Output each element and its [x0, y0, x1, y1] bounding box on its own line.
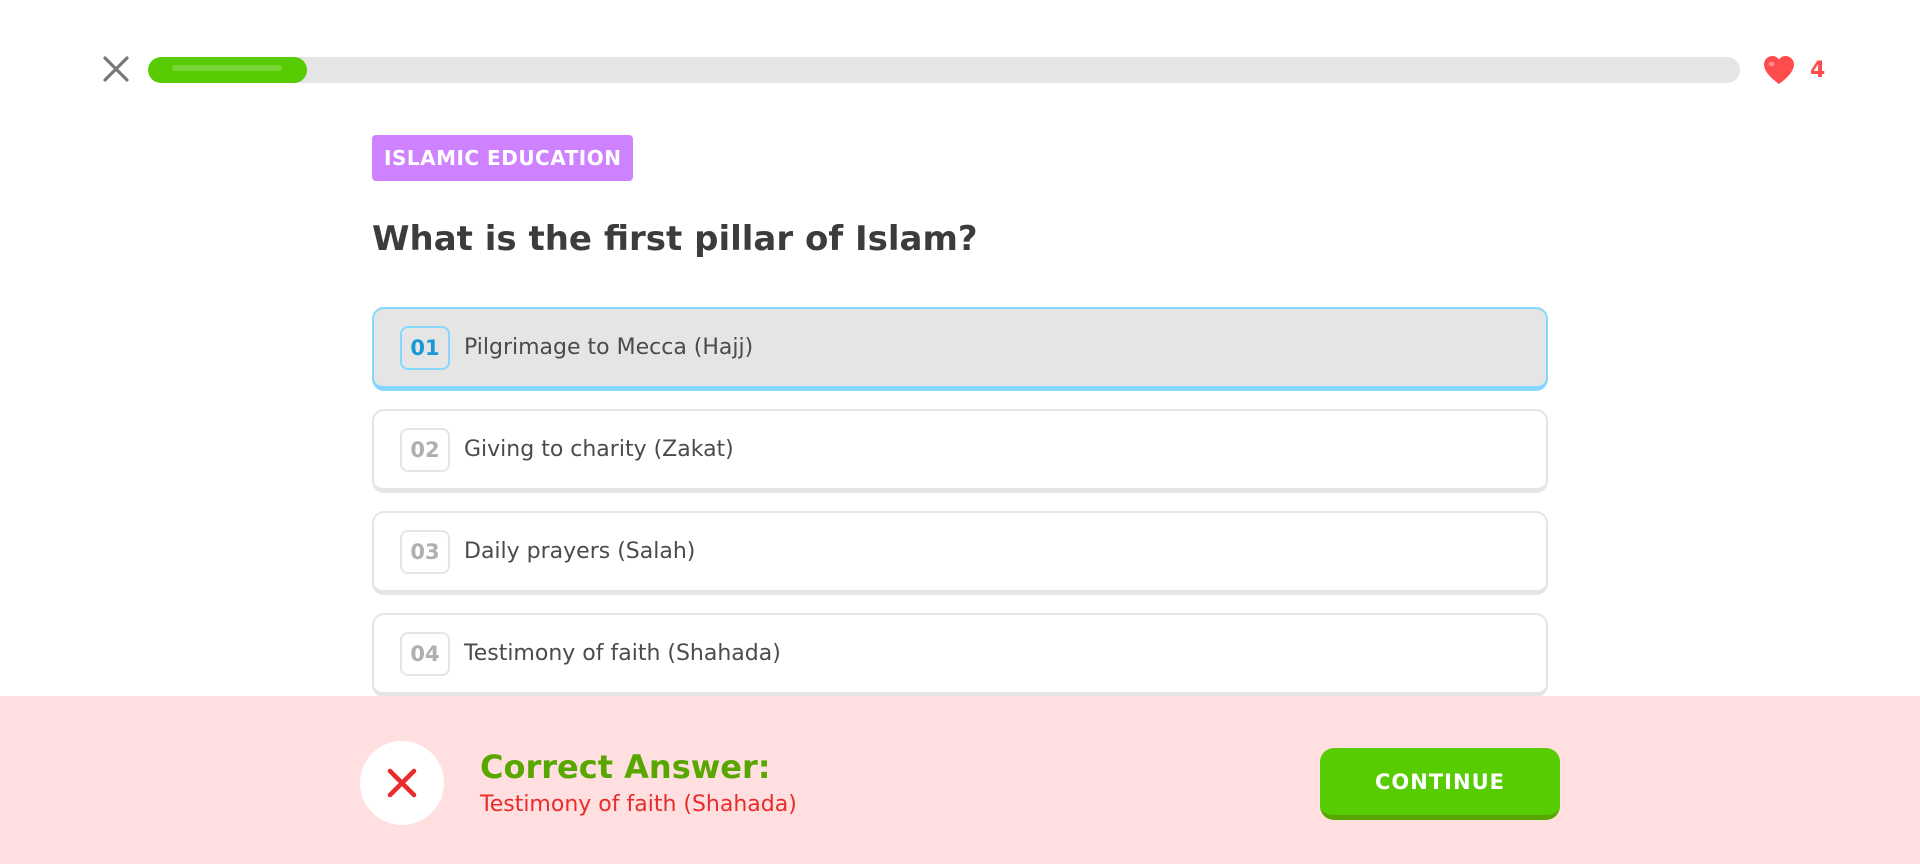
answer-option-3[interactable]: 03 Daily prayers (Salah): [372, 511, 1548, 595]
incorrect-x-icon: [360, 741, 444, 825]
progress-fill: [148, 57, 308, 83]
hearts-count: 4: [1810, 57, 1826, 83]
option-label: Giving to charity (Zakat): [464, 437, 734, 462]
option-number: 03: [400, 529, 450, 574]
progress-shine: [172, 65, 282, 71]
option-label: Testimony of faith (Shahada): [464, 641, 781, 666]
answer-options: 01 Pilgrimage to Mecca (Hajj) 02 Giving …: [372, 307, 1548, 697]
answer-option-1[interactable]: 01 Pilgrimage to Mecca (Hajj): [372, 307, 1548, 391]
question-title: What is the first pillar of Islam?: [372, 219, 978, 259]
close-icon[interactable]: [100, 53, 132, 85]
feedback-panel: Correct Answer: Testimony of faith (Shah…: [0, 696, 1920, 864]
heart-icon: [1762, 55, 1796, 85]
lesson-progress-bar: [148, 57, 1740, 83]
option-number: 04: [400, 631, 450, 676]
category-badge: ISLAMIC EDUCATION: [372, 135, 634, 181]
option-number: 01: [400, 325, 450, 370]
lesson-content: ISLAMIC EDUCATION What is the first pill…: [372, 135, 1548, 697]
correct-answer-text: Testimony of faith (Shahada): [480, 792, 797, 817]
option-label: Daily prayers (Salah): [464, 539, 696, 564]
continue-button[interactable]: CONTINUE: [1320, 748, 1560, 820]
hearts-counter: 4: [1762, 52, 1825, 88]
option-label: Pilgrimage to Mecca (Hajj): [464, 335, 754, 360]
feedback-title: Correct Answer:: [480, 748, 771, 786]
answer-option-2[interactable]: 02 Giving to charity (Zakat): [372, 409, 1548, 493]
lesson-header: 4: [0, 0, 1920, 140]
answer-option-4[interactable]: 04 Testimony of faith (Shahada): [372, 613, 1548, 697]
option-number: 02: [400, 427, 450, 472]
